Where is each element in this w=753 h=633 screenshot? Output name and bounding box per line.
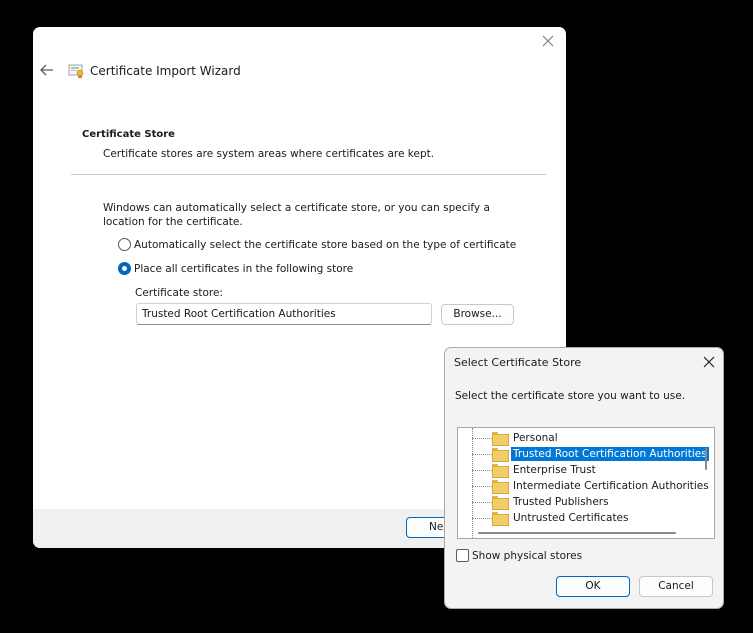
checkbox[interactable] xyxy=(456,549,469,562)
radio-auto-select[interactable]: Automatically select the certificate sto… xyxy=(118,238,516,251)
tree-item-personal[interactable]: Personal xyxy=(458,430,560,446)
folder-icon xyxy=(492,464,509,478)
tree-item-trusted-publishers[interactable]: Trusted Publishers xyxy=(458,494,611,510)
cancel-button[interactable]: Cancel xyxy=(639,576,713,597)
store-tree-view[interactable]: Personal Trusted Root Certification Auth… xyxy=(457,427,715,539)
browse-button[interactable]: Browse... xyxy=(441,304,514,325)
folder-icon xyxy=(492,432,509,446)
dialog-prompt: Select the certificate store you want to… xyxy=(455,390,686,402)
certificate-store-label: Certificate store: xyxy=(135,287,223,299)
close-icon[interactable] xyxy=(538,31,558,51)
radio-button-checked[interactable] xyxy=(118,262,131,275)
checkbox-label: Show physical stores xyxy=(472,549,583,562)
folder-icon xyxy=(492,496,509,510)
tree-item-enterprise-trust[interactable]: Enterprise Trust xyxy=(458,462,598,478)
header-divider xyxy=(71,174,546,175)
back-arrow-icon[interactable] xyxy=(39,63,55,77)
section-title: Certificate Store xyxy=(82,129,175,140)
tree-item-label: Trusted Publishers xyxy=(513,496,609,508)
tree-item-untrusted[interactable]: Untrusted Certificates xyxy=(458,510,631,526)
tree-item-label: Personal xyxy=(513,432,558,444)
vertical-scrollbar[interactable] xyxy=(705,448,707,470)
tree-item-label: Trusted Root Certification Authorities xyxy=(511,447,709,461)
tree-item-label: Untrusted Certificates xyxy=(513,512,629,524)
window-title: Certificate Import Wizard xyxy=(90,64,241,78)
certificate-icon xyxy=(68,64,84,79)
folder-icon xyxy=(492,448,509,462)
section-description: Certificate stores are system areas wher… xyxy=(103,148,435,160)
tree-item-trusted-root[interactable]: Trusted Root Certification Authorities xyxy=(458,446,709,462)
horizontal-scrollbar[interactable] xyxy=(478,532,676,534)
radio-place-in-store[interactable]: Place all certificates in the following … xyxy=(118,262,353,275)
dialog-title: Select Certificate Store xyxy=(454,356,582,369)
radio-button[interactable] xyxy=(118,238,131,251)
folder-icon xyxy=(492,512,509,526)
select-certificate-store-dialog: Select Certificate Store Select the cert… xyxy=(444,347,724,609)
tree-item-label: Enterprise Trust xyxy=(513,464,596,476)
folder-icon xyxy=(492,480,509,494)
certificate-store-field[interactable] xyxy=(136,303,432,325)
radio-label: Place all certificates in the following … xyxy=(134,262,354,275)
close-icon[interactable] xyxy=(701,354,717,370)
intro-text: Windows can automatically select a certi… xyxy=(103,202,490,228)
radio-label: Automatically select the certificate sto… xyxy=(134,238,517,251)
show-physical-stores-checkbox[interactable]: Show physical stores xyxy=(456,549,582,562)
tree-item-label: Intermediate Certification Authorities xyxy=(513,480,709,492)
tree-item-intermediate[interactable]: Intermediate Certification Authorities xyxy=(458,478,711,494)
ok-button[interactable]: OK xyxy=(556,576,630,597)
